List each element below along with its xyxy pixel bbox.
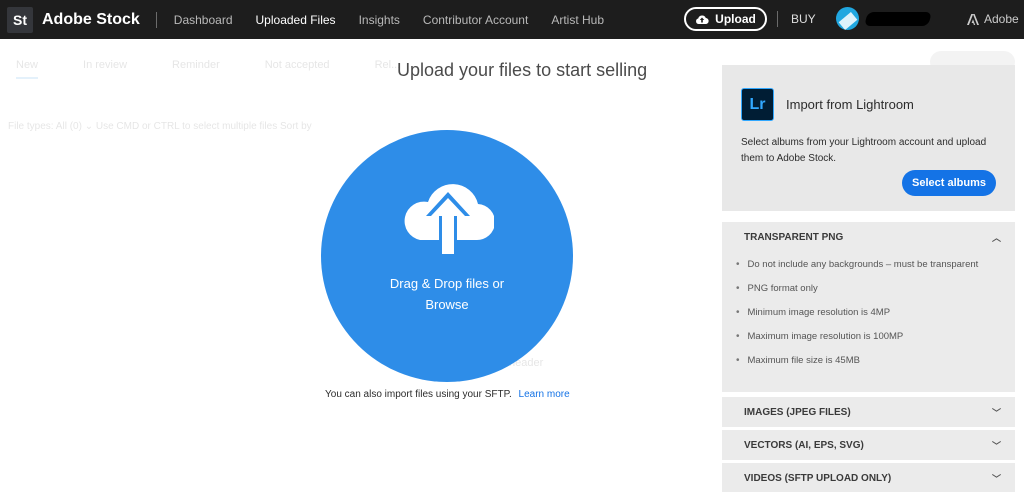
accordion-transparent-png: TRANSPARENT PNG ︿ Do not include any bac… <box>722 222 1015 392</box>
accordion-videos[interactable]: VIDEOS (SFTP UPLOAD ONLY) ﹀ <box>722 463 1015 492</box>
chevron-up-icon: ︿ <box>991 232 1001 243</box>
lightroom-title: Import from Lightroom <box>786 97 914 112</box>
list-item: Do not include any backgrounds – must be… <box>736 252 1015 276</box>
adobe-label: Adobe <box>984 12 1019 26</box>
accordion-title-png: TRANSPARENT PNG <box>744 231 844 243</box>
learn-more-link[interactable]: Learn more <box>519 389 570 400</box>
list-item: Minimum image resolution is 4MP <box>736 300 1015 324</box>
lightroom-import-card: Lr Import from Lightroom Select albums f… <box>722 65 1015 211</box>
user-avatar[interactable] <box>836 7 859 30</box>
bg-filter-row: File types: All (0) ⌄ Use CMD or CTRL to… <box>8 121 312 132</box>
chevron-down-icon: ﹀ <box>991 407 1001 418</box>
adobe-stock-logo[interactable]: St <box>7 6 33 33</box>
adobe-logo-icon <box>967 13 979 25</box>
adobe-link[interactable]: Adobe <box>967 12 1019 26</box>
brand-name[interactable]: Adobe Stock <box>42 11 140 29</box>
browse-link[interactable]: Browse <box>321 294 573 315</box>
cloud-upload-icon <box>404 184 494 254</box>
accordion-header-png[interactable]: TRANSPARENT PNG ︿ <box>722 222 1015 252</box>
bg-tab-reminder: Reminder <box>172 59 220 71</box>
nav-divider <box>155 11 157 28</box>
chevron-down-icon: ﹀ <box>991 440 1001 451</box>
bg-tab-new: New <box>16 59 39 79</box>
accordion-title-images: IMAGES (JPEG FILES) <box>744 406 851 418</box>
background-tabs: New In review Reminder Not accepted Rel.… <box>16 59 400 79</box>
main-nav: Dashboard Uploaded Files Insights Contri… <box>174 13 627 27</box>
buy-divider <box>777 11 778 27</box>
upload-button[interactable]: Upload <box>684 7 767 31</box>
lightroom-logo-icon: Lr <box>741 88 774 121</box>
drop-zone[interactable]: Drag & Drop files or Browse <box>321 130 573 382</box>
png-requirements-list: Do not include any backgrounds – must be… <box>722 252 1015 372</box>
list-item: Maximum file size is 45MB <box>736 348 1015 372</box>
nav-dashboard[interactable]: Dashboard <box>174 13 233 27</box>
accordion-title-videos: VIDEOS (SFTP UPLOAD ONLY) <box>744 472 892 484</box>
upload-title: Upload your files to start selling <box>397 60 648 80</box>
list-item: PNG format only <box>736 276 1015 300</box>
accordion-header-videos[interactable]: VIDEOS (SFTP UPLOAD ONLY) ﹀ <box>722 463 1015 492</box>
sftp-text: You can also import files using your SFT… <box>325 389 512 400</box>
accordion-header-vectors[interactable]: VECTORS (AI, EPS, SVG) ﹀ <box>722 430 1015 460</box>
nav-contributor-account[interactable]: Contributor Account <box>423 13 528 27</box>
accordion-header-images[interactable]: IMAGES (JPEG FILES) ﹀ <box>722 397 1015 427</box>
bg-tab-not-accepted: Not accepted <box>264 59 330 71</box>
upload-button-label: Upload <box>715 12 756 26</box>
accordion-images[interactable]: IMAGES (JPEG FILES) ﹀ <box>722 397 1015 427</box>
nav-artist-hub[interactable]: Artist Hub <box>551 13 604 27</box>
lightroom-description: Select albums from your Lightroom accoun… <box>741 137 987 164</box>
nav-insights[interactable]: Insights <box>359 13 400 27</box>
drop-line-1: Drag & Drop files or <box>389 276 505 291</box>
drop-zone-text: Drag & Drop files or Browse <box>321 273 573 315</box>
bg-tab-in-review: In review <box>83 59 128 71</box>
sftp-note: You can also import files using your SFT… <box>325 389 570 400</box>
list-item: Maximum image resolution is 100MP <box>736 324 1015 348</box>
cloud-upload-small-icon <box>696 14 709 24</box>
redacted-username <box>864 12 932 26</box>
nav-uploaded-files[interactable]: Uploaded Files <box>256 13 336 27</box>
chevron-down-icon: ﹀ <box>991 473 1001 484</box>
buy-link[interactable]: BUY <box>791 12 816 26</box>
accordion-vectors[interactable]: VECTORS (AI, EPS, SVG) ﹀ <box>722 430 1015 460</box>
accordion-title-vectors: VECTORS (AI, EPS, SVG) <box>744 439 864 451</box>
select-albums-button[interactable]: Select albums <box>902 170 996 196</box>
